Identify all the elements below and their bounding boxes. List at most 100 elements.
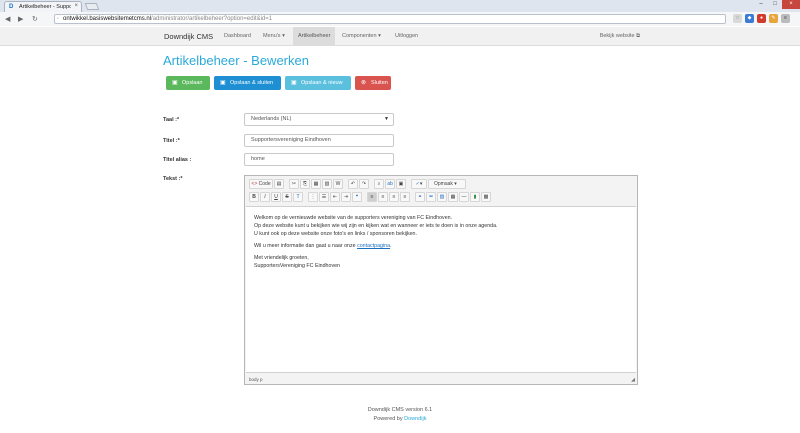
chevron-down-icon: ▼ [384,116,389,122]
nav-artikelbeheer[interactable]: Artikelbeheer [293,27,336,46]
paste-text-icon[interactable]: ▧ [322,179,332,189]
special-char-icon[interactable]: ▮ [470,192,480,202]
paste-icon[interactable]: ▦ [311,179,321,189]
redo-icon[interactable]: ↷ [359,179,369,189]
save-label: Opslaan [182,80,203,86]
format-combo[interactable]: Opmaak ▾ [428,179,466,189]
code-icon: <> [251,181,258,187]
blockquote-icon[interactable]: ❝ [352,192,362,202]
tab-close-icon[interactable]: × [74,3,78,9]
element-path: body p [249,377,263,382]
numbered-list-icon[interactable]: ⋮ [308,192,318,202]
editor-toolbar-row-2: B I U S T ⋮ ☰ ⇤ ⇥ ❝ ≡ ≡ ≡ ≡ ⚭ ⚮ ▨ ▦ ― ▮ … [249,192,491,203]
reload-icon[interactable]: ↻ [32,15,38,23]
powered-text: Powered by [373,416,405,422]
table-icon[interactable]: ▦ [448,192,458,202]
editor-toolbar-row-1: <> Code ▤ ✂ ⎘ ▦ ▧ W ↶ ↷ ⌕ ab ▣ ✓▾ Opmaak… [249,179,466,190]
content-line: Op deze website kunt u bekijken wie wij … [254,223,498,229]
strike-icon[interactable]: S [282,192,292,202]
menu-icon[interactable]: ≡ [781,14,790,23]
link-icon[interactable]: ⚭ [415,192,425,202]
image-icon[interactable]: ▨ [437,192,447,202]
nav-dashboard[interactable]: Dashboard [224,33,251,39]
outdent-icon[interactable]: ⇤ [330,192,340,202]
undo-icon[interactable]: ↶ [348,179,358,189]
content-line: Met vriendelijk groeten, [254,255,309,261]
copy-icon[interactable]: ⎘ [300,179,310,189]
content-line: Welkom op de vernieuwde website van de s… [254,215,453,221]
page-icon: ▫ [57,16,59,22]
close-button[interactable]: ⊗ Sluiten [355,76,391,90]
select-all-icon[interactable]: ▣ [396,179,406,189]
extension-icon[interactable]: ✎ [769,14,778,23]
alias-input[interactable]: home [244,153,394,166]
extension-icon[interactable]: ● [757,14,766,23]
star-icon[interactable]: ☆ [733,14,742,23]
cut-icon[interactable]: ✂ [289,179,299,189]
align-center-icon[interactable]: ≡ [378,192,388,202]
url-path: /administrator/artikelbeheer?option=edit… [151,16,273,22]
underline-icon[interactable]: U [271,192,281,202]
indent-icon[interactable]: ⇥ [341,192,351,202]
alias-value: home [251,156,265,162]
replace-icon[interactable]: ab [385,179,395,189]
window-controls: – □ × [754,0,800,9]
title-input[interactable]: Supportersvereniging Eindhoven [244,134,394,147]
text-label: Tekst :* [163,176,183,182]
powered-link[interactable]: Downdijk [404,416,426,422]
paste-word-icon[interactable]: W [333,179,343,189]
view-website-link[interactable]: Bekijk website ⧉ [600,33,640,40]
title-value: Supportersvereniging Eindhoven [251,137,331,143]
save-button[interactable]: ▣ Opslaan [166,76,210,90]
horizontal-line-icon[interactable]: ― [459,192,469,202]
align-left-icon[interactable]: ≡ [367,192,377,202]
address-bar[interactable]: ▫ ontwikkel.basiswebsitemetcms.nl/adminis… [54,14,726,24]
editor-content[interactable]: Welkom op de vernieuwde website van de s… [246,206,636,373]
nav-uitloggen[interactable]: Uitloggen [395,33,418,39]
contact-link[interactable]: contactpagina [357,243,390,249]
language-value: Nederlands (NL) [251,116,292,122]
nav-componenten[interactable]: Componenten ▾ [342,33,381,39]
align-right-icon[interactable]: ≡ [389,192,399,202]
save-close-label: Opslaan & sluiten [230,80,274,86]
new-tab-button[interactable] [84,3,100,10]
spellcheck-icon[interactable]: ✓▾ [411,179,427,189]
media-icon[interactable]: ▩ [481,192,491,202]
browser-tab[interactable]: D Artikelbeheer - Supporters × [4,1,82,12]
maximize-icon[interactable]: □ [768,0,782,9]
favicon-icon: D [9,4,14,10]
source-code-button[interactable]: <> Code [249,179,273,189]
language-label: Taal :* [163,117,180,123]
save-new-button[interactable]: ▣ Opslaan & nieuw [285,76,351,90]
content-line: U kunt ook op deze website onze foto's e… [254,231,417,237]
unlink-icon[interactable]: ⚮ [426,192,436,202]
content-line: Wil u meer informatie dan gaat u naar on… [254,242,628,250]
minimize-icon[interactable]: – [754,0,768,9]
back-icon[interactable]: ◀ [5,15,10,23]
footer-powered: Powered by Downdijk [0,416,800,422]
remove-format-icon[interactable]: T [293,192,303,202]
address-row: ◀ ▶ ↻ ▫ ontwikkel.basiswebsitemetcms.nl/a… [0,12,800,26]
templates-button[interactable]: ▤ [274,179,284,189]
save-close-button[interactable]: ▣ Opslaan & sluiten [214,76,281,90]
forward-icon[interactable]: ▶ [18,15,23,23]
url-host: ontwikkel.basiswebsitemetcms.nl [63,16,152,22]
justify-icon[interactable]: ≡ [400,192,410,202]
content-text: Wil u meer informatie dan gaat u naar on… [254,243,358,249]
footer-version: Downdijk CMS version 6.1 [367,407,433,413]
language-select[interactable]: Nederlands (NL) ▼ [244,113,394,126]
tab-title: Artikelbeheer - Supporters [19,4,71,10]
nav-menus[interactable]: Menu's ▾ [263,33,285,39]
save-icon: ▣ [291,80,297,86]
window-close-icon[interactable]: × [782,0,800,9]
italic-icon[interactable]: I [260,192,270,202]
bullet-list-icon[interactable]: ☰ [319,192,329,202]
extension-icon[interactable]: ◆ [745,14,754,23]
code-label: Code [258,181,271,187]
resize-handle-icon[interactable]: ◢ [631,377,635,383]
find-icon[interactable]: ⌕ [374,179,384,189]
content-text: . [390,243,392,249]
bold-icon[interactable]: B [249,192,259,202]
brand-logo[interactable]: Downdijk CMS [164,32,213,41]
rich-text-editor: <> Code ▤ ✂ ⎘ ▦ ▧ W ↶ ↷ ⌕ ab ▣ ✓▾ Opmaak… [244,175,638,385]
